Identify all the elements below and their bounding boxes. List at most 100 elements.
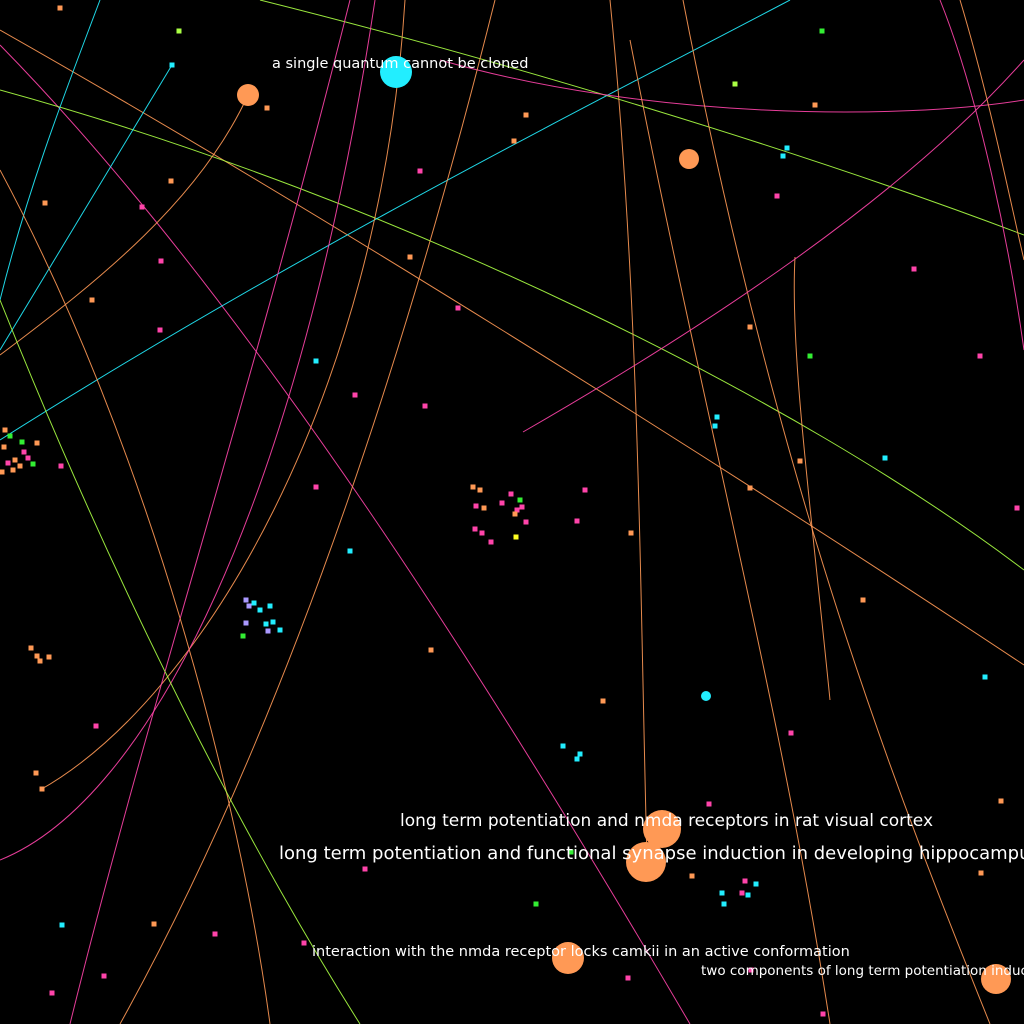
small-node[interactable]: [714, 414, 720, 420]
small-node[interactable]: [499, 500, 505, 506]
node-cyan-mid[interactable]: [701, 691, 711, 701]
small-node[interactable]: [151, 921, 157, 927]
small-node[interactable]: [257, 607, 263, 613]
small-node[interactable]: [978, 870, 984, 876]
small-node[interactable]: [57, 5, 63, 11]
small-node[interactable]: [774, 193, 780, 199]
small-node[interactable]: [745, 892, 751, 898]
small-node[interactable]: [689, 873, 695, 879]
small-node[interactable]: [243, 597, 249, 603]
small-node[interactable]: [428, 647, 434, 653]
small-node[interactable]: [628, 530, 634, 536]
small-node[interactable]: [719, 890, 725, 896]
small-node[interactable]: [519, 504, 525, 510]
small-node[interactable]: [7, 433, 13, 439]
small-node[interactable]: [2, 427, 8, 433]
small-node[interactable]: [25, 455, 31, 461]
small-node[interactable]: [882, 455, 888, 461]
small-node[interactable]: [58, 463, 64, 469]
small-node[interactable]: [93, 723, 99, 729]
small-node[interactable]: [169, 62, 175, 68]
small-node[interactable]: [0, 469, 5, 475]
small-node[interactable]: [101, 973, 107, 979]
small-node[interactable]: [352, 392, 358, 398]
small-node[interactable]: [34, 440, 40, 446]
small-node[interactable]: [511, 138, 517, 144]
small-node[interactable]: [251, 600, 257, 606]
small-node[interactable]: [5, 460, 11, 466]
small-node[interactable]: [19, 439, 25, 445]
small-node[interactable]: [860, 597, 866, 603]
small-node[interactable]: [37, 658, 43, 664]
small-node[interactable]: [417, 168, 423, 174]
small-node[interactable]: [797, 458, 803, 464]
small-node[interactable]: [982, 674, 988, 680]
small-node[interactable]: [455, 305, 461, 311]
small-node[interactable]: [301, 940, 307, 946]
small-node[interactable]: [263, 621, 269, 627]
small-node[interactable]: [10, 467, 16, 473]
small-node[interactable]: [780, 153, 786, 159]
small-node[interactable]: [21, 449, 27, 455]
small-node[interactable]: [582, 487, 588, 493]
node-orange-top-mid[interactable]: [679, 149, 699, 169]
small-node[interactable]: [533, 901, 539, 907]
small-node[interactable]: [246, 603, 252, 609]
small-node[interactable]: [911, 266, 917, 272]
small-node[interactable]: [513, 534, 519, 540]
small-node[interactable]: [33, 770, 39, 776]
small-node[interactable]: [240, 633, 246, 639]
small-node[interactable]: [1014, 505, 1020, 511]
small-node[interactable]: [747, 485, 753, 491]
label-ltp-nmda[interactable]: long term potentiation and nmda receptor…: [400, 811, 933, 831]
label-quantum[interactable]: a single quantum cannot be cloned: [272, 56, 528, 72]
small-node[interactable]: [523, 519, 529, 525]
small-node[interactable]: [488, 539, 494, 545]
small-node[interactable]: [270, 619, 276, 625]
small-node[interactable]: [422, 403, 428, 409]
small-node[interactable]: [176, 28, 182, 34]
small-node[interactable]: [512, 511, 518, 517]
small-node[interactable]: [977, 353, 983, 359]
small-node[interactable]: [168, 178, 174, 184]
node-orange-top-left[interactable]: [237, 84, 259, 106]
small-node[interactable]: [347, 548, 353, 554]
small-node[interactable]: [407, 254, 413, 260]
small-node[interactable]: [49, 990, 55, 996]
small-node[interactable]: [1, 444, 7, 450]
small-node[interactable]: [17, 463, 23, 469]
small-node[interactable]: [600, 698, 606, 704]
small-node[interactable]: [139, 204, 145, 210]
small-node[interactable]: [267, 603, 273, 609]
label-two-components[interactable]: two components of long term potentiation…: [701, 963, 1024, 979]
small-node[interactable]: [721, 901, 727, 907]
small-node[interactable]: [508, 491, 514, 497]
small-node[interactable]: [89, 297, 95, 303]
small-node[interactable]: [706, 801, 712, 807]
small-node[interactable]: [753, 881, 759, 887]
small-node[interactable]: [212, 931, 218, 937]
small-node[interactable]: [265, 628, 271, 634]
small-node[interactable]: [28, 645, 34, 651]
small-node[interactable]: [472, 526, 478, 532]
small-node[interactable]: [523, 112, 529, 118]
small-node[interactable]: [59, 922, 65, 928]
small-node[interactable]: [481, 505, 487, 511]
small-node[interactable]: [362, 866, 368, 872]
small-node[interactable]: [625, 975, 631, 981]
small-node[interactable]: [39, 786, 45, 792]
small-node[interactable]: [517, 497, 523, 503]
small-node[interactable]: [812, 102, 818, 108]
small-node[interactable]: [712, 423, 718, 429]
small-node[interactable]: [42, 200, 48, 206]
label-camkii[interactable]: interaction with the nmda receptor locks…: [312, 944, 850, 960]
small-node[interactable]: [313, 358, 319, 364]
small-node[interactable]: [12, 457, 18, 463]
small-node[interactable]: [158, 258, 164, 264]
small-node[interactable]: [784, 145, 790, 151]
small-node[interactable]: [157, 327, 163, 333]
small-node[interactable]: [470, 484, 476, 490]
small-node[interactable]: [732, 81, 738, 87]
small-node[interactable]: [574, 756, 580, 762]
small-node[interactable]: [477, 487, 483, 493]
